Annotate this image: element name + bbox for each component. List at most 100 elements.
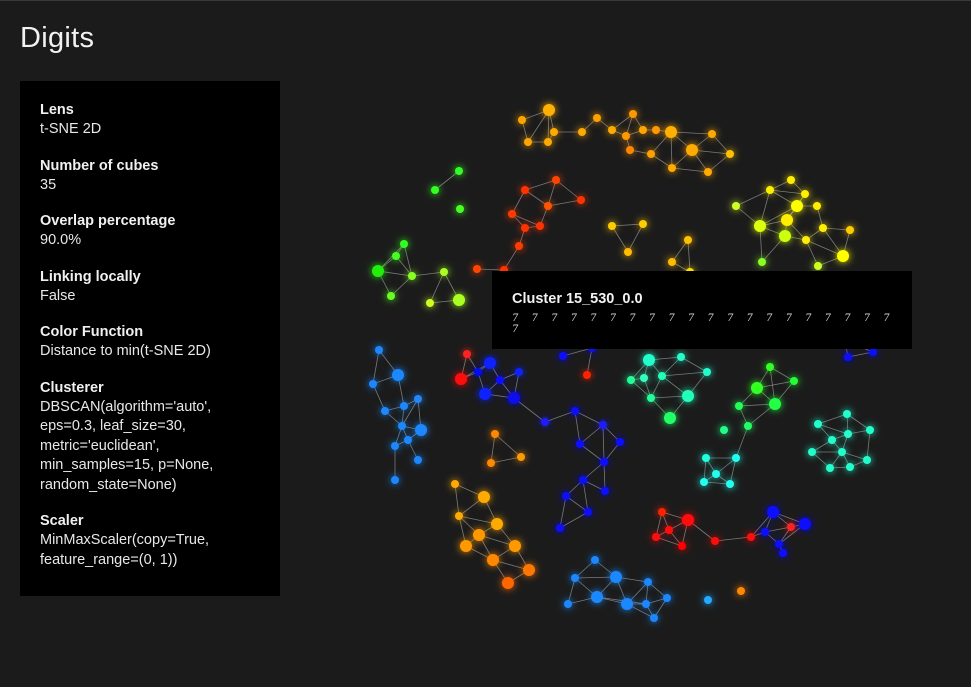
cluster-node[interactable] — [601, 487, 609, 495]
cluster-node[interactable] — [550, 128, 558, 136]
cluster-node[interactable] — [463, 350, 471, 358]
cluster-node[interactable] — [487, 459, 495, 467]
cluster-node[interactable] — [583, 371, 591, 379]
cluster-node[interactable] — [802, 236, 810, 244]
cluster-node[interactable] — [769, 398, 781, 410]
cluster-node[interactable] — [643, 354, 655, 366]
cluster-node[interactable] — [747, 533, 755, 541]
cluster-node[interactable] — [668, 164, 676, 172]
cluster-node[interactable] — [392, 252, 400, 260]
cluster-node[interactable] — [644, 578, 652, 586]
cluster-node[interactable] — [665, 526, 673, 534]
cluster-node[interactable] — [732, 454, 740, 462]
cluster-node[interactable] — [536, 222, 544, 230]
cluster-node[interactable] — [754, 220, 766, 232]
cluster-node[interactable] — [608, 126, 616, 134]
cluster-node[interactable] — [541, 418, 549, 426]
cluster-node[interactable] — [473, 265, 481, 273]
cluster-node[interactable] — [372, 265, 384, 277]
cluster-node[interactable] — [440, 268, 448, 276]
cluster-node[interactable] — [665, 126, 677, 138]
cluster-node[interactable] — [487, 554, 499, 566]
cluster-node[interactable] — [761, 528, 769, 536]
cluster-node[interactable] — [658, 372, 666, 380]
cluster-node[interactable] — [571, 574, 579, 582]
cluster-node[interactable] — [844, 430, 852, 438]
cluster-node[interactable] — [732, 202, 740, 210]
cluster-node[interactable] — [668, 258, 676, 266]
cluster-node[interactable] — [712, 470, 720, 478]
cluster-node[interactable] — [863, 456, 871, 464]
cluster-node[interactable] — [375, 346, 383, 354]
cluster-node[interactable] — [640, 374, 648, 382]
cluster-node[interactable] — [591, 591, 603, 603]
cluster-node[interactable] — [455, 512, 463, 520]
cluster-node[interactable] — [658, 508, 666, 516]
cluster-node[interactable] — [869, 348, 877, 356]
cluster-node[interactable] — [524, 138, 532, 146]
cluster-node[interactable] — [564, 600, 572, 608]
cluster-node[interactable] — [627, 376, 635, 384]
cluster-node[interactable] — [708, 130, 716, 138]
cluster-node[interactable] — [642, 600, 650, 608]
cluster-node[interactable] — [828, 436, 836, 444]
cluster-node[interactable] — [622, 132, 630, 140]
cluster-node[interactable] — [767, 506, 779, 518]
cluster-node[interactable] — [518, 116, 526, 124]
cluster-node[interactable] — [616, 438, 624, 446]
cluster-node[interactable] — [735, 402, 743, 410]
cluster-node[interactable] — [781, 214, 793, 226]
cluster-node[interactable] — [678, 542, 686, 550]
cluster-node[interactable] — [552, 176, 560, 184]
cluster-node[interactable] — [579, 476, 587, 484]
cluster-node[interactable] — [702, 454, 710, 462]
cluster-node[interactable] — [751, 382, 763, 394]
cluster-node[interactable] — [608, 222, 616, 230]
cluster-node[interactable] — [559, 352, 567, 360]
cluster-node[interactable] — [387, 292, 395, 300]
cluster-node[interactable] — [639, 220, 647, 228]
cluster-node[interactable] — [521, 224, 529, 232]
cluster-node[interactable] — [682, 514, 694, 526]
cluster-node[interactable] — [599, 421, 607, 429]
cluster-node[interactable] — [814, 262, 822, 270]
cluster-node[interactable] — [474, 368, 482, 376]
cluster-node[interactable] — [629, 110, 637, 118]
cluster-node[interactable] — [502, 577, 514, 589]
cluster-node[interactable] — [647, 150, 655, 158]
cluster-node[interactable] — [726, 150, 734, 158]
cluster-node[interactable] — [556, 524, 564, 532]
cluster-node[interactable] — [400, 402, 408, 410]
cluster-node[interactable] — [624, 248, 632, 256]
cluster-node[interactable] — [576, 440, 584, 448]
cluster-node[interactable] — [846, 463, 854, 471]
cluster-node[interactable] — [686, 144, 698, 156]
cluster-node[interactable] — [801, 190, 809, 198]
cluster-node[interactable] — [517, 453, 525, 461]
cluster-node[interactable] — [491, 518, 503, 530]
cluster-node[interactable] — [808, 448, 816, 456]
cluster-node[interactable] — [508, 392, 520, 404]
cluster-node[interactable] — [478, 491, 490, 503]
cluster-node[interactable] — [799, 518, 811, 530]
cluster-node[interactable] — [491, 430, 499, 438]
cluster-node[interactable] — [684, 236, 692, 244]
cluster-node[interactable] — [451, 480, 459, 488]
cluster-node[interactable] — [663, 594, 671, 602]
cluster-node[interactable] — [775, 540, 783, 548]
cluster-node[interactable] — [726, 480, 734, 488]
cluster-node[interactable] — [391, 442, 399, 450]
cluster-node[interactable] — [843, 410, 851, 418]
cluster-node[interactable] — [787, 523, 795, 531]
cluster-node[interactable] — [766, 186, 774, 194]
cluster-node[interactable] — [779, 230, 791, 242]
cluster-node[interactable] — [391, 476, 399, 484]
cluster-node[interactable] — [682, 390, 694, 402]
cluster-node[interactable] — [544, 138, 552, 146]
cluster-node[interactable] — [737, 587, 745, 595]
cluster-node[interactable] — [544, 202, 552, 210]
cluster-node[interactable] — [508, 210, 516, 218]
cluster-node[interactable] — [647, 394, 655, 402]
cluster-node[interactable] — [426, 299, 434, 307]
cluster-node[interactable] — [479, 388, 491, 400]
